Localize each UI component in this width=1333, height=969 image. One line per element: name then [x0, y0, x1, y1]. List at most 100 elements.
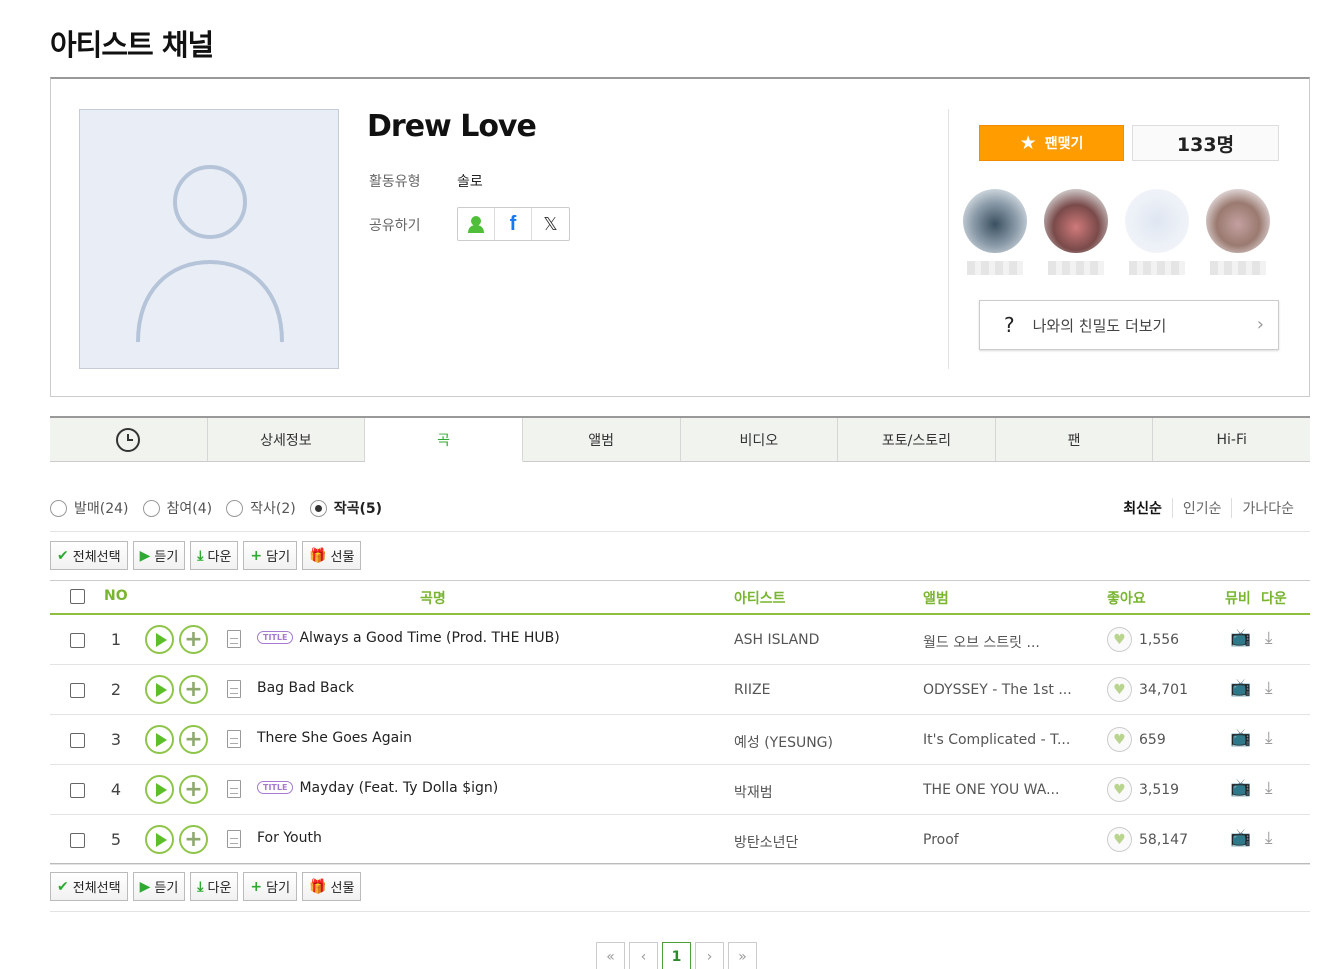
sort-alphabetical[interactable]: 가나다순 — [1231, 498, 1304, 518]
song-info-icon[interactable] — [227, 730, 241, 748]
radio-button[interactable] — [142, 499, 160, 517]
download-icon[interactable]: ⤓ — [1265, 828, 1273, 848]
filter-participation[interactable]: 참여(4) — [142, 498, 212, 518]
song-info-icon[interactable] — [227, 780, 241, 798]
select-all-button[interactable]: ✔ 전체선택 — [50, 541, 128, 570]
like-button[interactable]: ♥ — [1107, 677, 1132, 702]
fan-avatar[interactable] — [1125, 189, 1189, 253]
download-icon[interactable]: ⤓ — [1265, 678, 1273, 698]
tab-fans[interactable]: 팬 — [996, 418, 1154, 461]
song-title[interactable]: Always a Good Time (Prod. THE HUB) — [299, 630, 559, 646]
next-page-button[interactable]: › — [695, 942, 724, 969]
song-album[interactable]: Proof — [923, 832, 1073, 848]
share-x-button[interactable]: 𝕏 — [532, 208, 569, 240]
select-all-button[interactable]: ✔ 전체선택 — [50, 872, 128, 901]
like-button[interactable]: ♥ — [1107, 827, 1132, 852]
fan-follow-button[interactable]: ★ 팬맺기 — [979, 125, 1124, 161]
fan-avatar[interactable] — [963, 189, 1027, 253]
music-video-icon[interactable]: 📺 — [1230, 828, 1251, 848]
add-to-playlist-button[interactable]: + — [179, 675, 208, 704]
share-melon-button[interactable] — [458, 208, 495, 240]
song-artist[interactable]: 방탄소년단 — [734, 832, 798, 852]
listen-button[interactable]: ▶ 듣기 — [132, 541, 186, 570]
music-video-icon[interactable]: 📺 — [1230, 728, 1251, 748]
tab-albums[interactable]: 앨범 — [523, 418, 681, 461]
like-button[interactable]: ♥ — [1107, 727, 1132, 752]
download-icon[interactable]: ⤓ — [1265, 728, 1273, 748]
page-number[interactable]: 1 — [662, 942, 691, 969]
song-info-icon[interactable] — [227, 630, 241, 648]
play-button[interactable] — [145, 625, 174, 654]
fan-avatar[interactable] — [1044, 189, 1108, 253]
song-artist[interactable]: 예성 (YESUNG) — [734, 732, 833, 752]
download-button[interactable]: ⤓ 다운 — [190, 872, 239, 901]
song-artist[interactable]: ASH ISLAND — [734, 632, 819, 648]
tab-recent[interactable] — [50, 418, 208, 461]
sort-latest[interactable]: 최신순 — [1113, 498, 1172, 518]
fan-avatar[interactable] — [1206, 189, 1270, 253]
sort-popular[interactable]: 인기순 — [1171, 498, 1232, 518]
add-button[interactable]: + 담기 — [243, 541, 298, 570]
filter-label: 작곡(5) — [333, 501, 382, 517]
play-button[interactable] — [145, 725, 174, 754]
song-title-cell[interactable]: TITLE Always a Good Time (Prod. THE HUB) — [257, 630, 560, 646]
tab-detail[interactable]: 상세정보 — [208, 418, 366, 461]
song-title[interactable]: Bag Bad Back — [257, 680, 354, 696]
tab-photo-story[interactable]: 포토/스토리 — [838, 418, 996, 461]
fan-button-label: 팬맺기 — [1044, 136, 1084, 152]
add-to-playlist-button[interactable]: + — [179, 725, 208, 754]
filter-composition[interactable]: 작곡(5) — [309, 498, 382, 518]
play-button[interactable] — [145, 775, 174, 804]
row-checkbox[interactable] — [70, 783, 85, 798]
radio-button[interactable] — [226, 499, 244, 517]
radio-button[interactable] — [309, 499, 327, 517]
first-page-button[interactable]: « — [596, 942, 625, 969]
song-album[interactable]: ODYSSEY - The 1st ... — [923, 682, 1073, 698]
song-album[interactable]: 월드 오브 스트릿 ... — [923, 632, 1073, 652]
song-title[interactable]: For Youth — [257, 830, 322, 846]
gift-button[interactable]: 🎁 선물 — [302, 541, 362, 570]
song-title[interactable]: There She Goes Again — [257, 730, 412, 746]
table-row: 1 + TITLE Always a Good Time (Prod. THE H… — [50, 615, 1310, 665]
gift-button[interactable]: 🎁 선물 — [302, 872, 362, 901]
play-button[interactable] — [145, 675, 174, 704]
radio-button[interactable] — [50, 499, 67, 517]
song-info-icon[interactable] — [227, 680, 241, 698]
download-icon[interactable]: ⤓ — [1265, 628, 1273, 648]
tab-hifi[interactable]: Hi-Fi — [1153, 418, 1310, 461]
music-video-icon[interactable]: 📺 — [1230, 628, 1251, 648]
add-to-playlist-button[interactable]: + — [179, 825, 208, 854]
download-icon[interactable]: ⤓ — [1265, 778, 1273, 798]
song-title[interactable]: Mayday (Feat. Ty Dolla $ign) — [299, 780, 498, 796]
song-artist[interactable]: RIIZE — [734, 682, 770, 698]
tab-songs[interactable]: 곡 — [365, 418, 523, 462]
play-button[interactable] — [145, 825, 174, 854]
row-checkbox[interactable] — [70, 633, 85, 648]
tab-videos[interactable]: 비디오 — [681, 418, 839, 461]
song-info-icon[interactable] — [227, 830, 241, 848]
download-button[interactable]: ⤓ 다운 — [190, 541, 239, 570]
like-button[interactable]: ♥ — [1107, 777, 1132, 802]
play-icon: ▶ — [139, 878, 151, 895]
row-checkbox[interactable] — [70, 833, 85, 848]
closeness-more-button[interactable]: ? 나와의 친밀도 더보기 › — [979, 300, 1279, 350]
share-facebook-button[interactable]: f — [495, 208, 532, 240]
row-checkbox[interactable] — [70, 683, 85, 698]
add-to-playlist-button[interactable]: + — [179, 625, 208, 654]
like-button[interactable]: ♥ — [1107, 627, 1132, 652]
song-album[interactable]: It's Complicated - T... — [923, 732, 1073, 748]
music-video-icon[interactable]: 📺 — [1230, 678, 1251, 698]
music-video-icon[interactable]: 📺 — [1230, 778, 1251, 798]
last-page-button[interactable]: » — [728, 942, 757, 969]
add-button[interactable]: + 담기 — [243, 872, 298, 901]
prev-page-button[interactable]: ‹ — [629, 942, 658, 969]
filter-release[interactable]: 발매(24) — [50, 498, 129, 518]
filter-lyrics[interactable]: 작사(2) — [226, 498, 296, 518]
song-album[interactable]: THE ONE YOU WA... — [923, 782, 1073, 798]
select-all-checkbox[interactable] — [70, 589, 85, 604]
song-title-cell[interactable]: TITLE Mayday (Feat. Ty Dolla $ign) — [257, 780, 498, 796]
add-to-playlist-button[interactable]: + — [179, 775, 208, 804]
song-artist[interactable]: 박재범 — [734, 782, 773, 802]
listen-button[interactable]: ▶ 듣기 — [132, 872, 186, 901]
row-checkbox[interactable] — [70, 733, 85, 748]
